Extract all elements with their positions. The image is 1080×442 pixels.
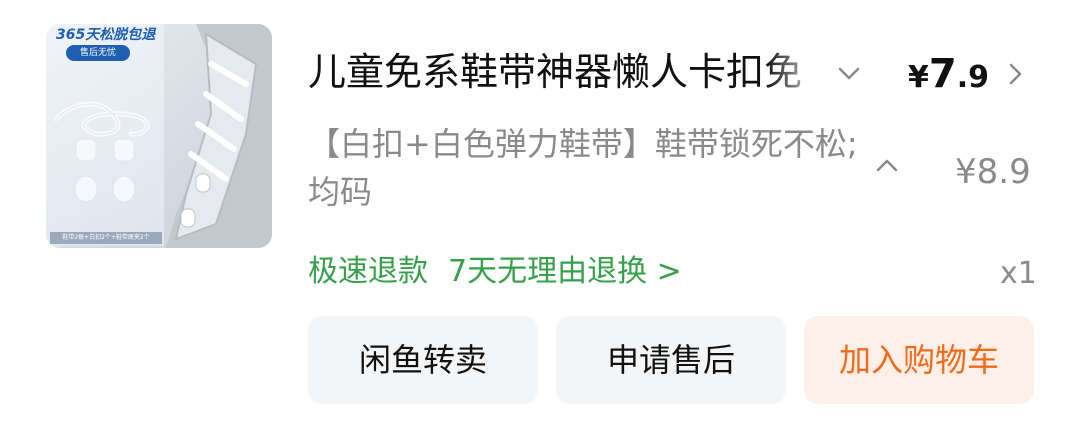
add-to-cart-button[interactable]: 加入购物车: [804, 316, 1034, 404]
price-integer: 7: [928, 51, 957, 97]
product-title[interactable]: 儿童免系鞋带神器懒人卡扣免: [308, 42, 828, 102]
promo-footer: 鞋带2根+白扣2个+鞋带尾夹2个: [50, 232, 162, 244]
resell-button[interactable]: 闲鱼转卖: [308, 316, 538, 404]
after-sales-button[interactable]: 申请售后: [556, 316, 786, 404]
current-price: ¥7.9: [908, 44, 989, 104]
refund-policy[interactable]: 极速退款 7天无理由退换 >: [308, 248, 682, 296]
chevron-down-icon[interactable]: [836, 62, 862, 84]
product-variant: 【白扣+白色弹力鞋带】鞋带锁死不松;均码: [308, 125, 858, 211]
promo-title: 365天松脱包退: [56, 27, 156, 43]
price-decimal: .9: [956, 60, 989, 95]
chevron-right-icon[interactable]: [1004, 60, 1026, 88]
chevron-up-icon[interactable]: [874, 156, 900, 176]
quantity: x1: [1000, 256, 1037, 291]
price-symbol: ¥: [908, 60, 929, 95]
refund-policy-label: 7天无理由退换 >: [448, 254, 682, 289]
original-price: ¥8.9: [955, 152, 1031, 192]
promo-tag: 售后无忧: [66, 45, 130, 61]
refund-fast-label: 极速退款: [308, 254, 428, 289]
product-image[interactable]: 365天松脱包退 售后无忧 鞋带2根+白扣2个+鞋带尾夹2个: [46, 24, 272, 248]
